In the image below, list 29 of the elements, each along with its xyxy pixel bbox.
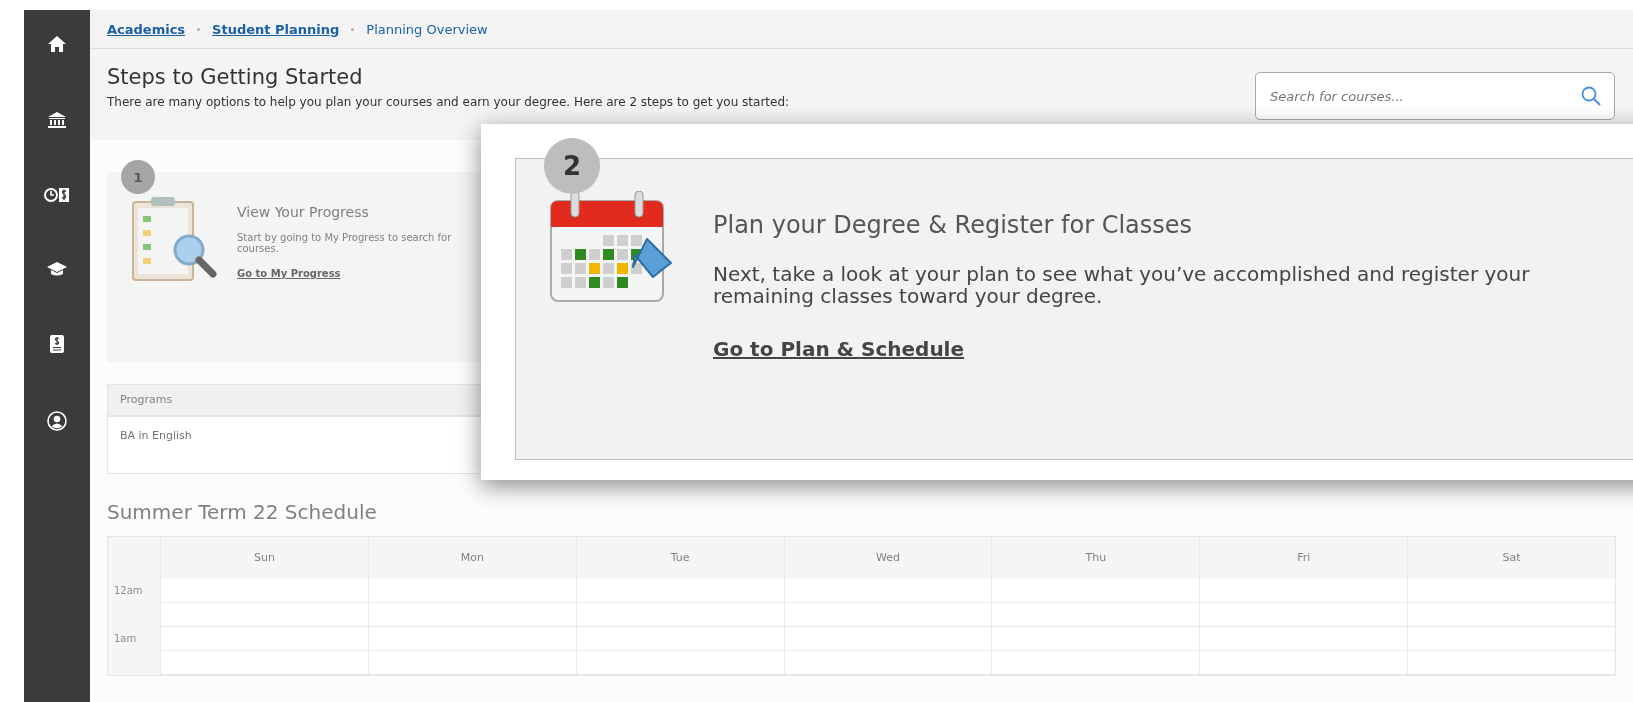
separator-dot	[197, 27, 201, 31]
page-subtitle: There are many options to help you plan your courses and earn your degree. Here are 2 steps to get you started:	[107, 95, 790, 109]
bank-icon[interactable]	[47, 111, 67, 129]
clock-money-icon[interactable]	[44, 187, 70, 203]
separator-dot	[351, 27, 355, 31]
user-icon[interactable]	[47, 411, 67, 431]
time-label: 1am	[113, 632, 138, 646]
clipboard-magnifier-icon	[129, 194, 219, 284]
time-label: 12am	[113, 584, 144, 598]
step-number: 1	[121, 160, 155, 194]
step-title: Plan your Degree & Register for Classes	[713, 211, 1194, 239]
calendar-pointer-icon	[549, 191, 673, 303]
step-link[interactable]: Go to Plan & Schedule	[713, 337, 965, 361]
breadcrumb-link[interactable]: Academics	[107, 21, 186, 37]
schedule-title: Summer Term 22 Schedule	[107, 500, 378, 524]
invoice-icon[interactable]	[50, 335, 64, 353]
search-icon[interactable]	[1581, 86, 1601, 106]
home-icon[interactable]	[47, 35, 67, 53]
step-number: 2	[544, 138, 600, 194]
step-description: Start by going to My Progress to search for courses.	[237, 232, 453, 254]
step-description: Next, take a look at your plan to see what you’ve accomplished and register your remaining classes toward your degree.	[713, 263, 1531, 307]
step-title: View Your Progress	[237, 204, 370, 220]
search-field[interactable]: Search for courses...	[1255, 72, 1615, 120]
graduation-cap-icon[interactable]	[46, 261, 68, 277]
breadcrumb-link[interactable]: Planning Overview	[366, 21, 488, 37]
page-title: Steps to Getting Started	[107, 65, 364, 89]
breadcrumb-link[interactable]: Student Planning	[212, 21, 340, 37]
table-cell: BA in English	[120, 429, 192, 442]
step-link[interactable]: Go to My Progress	[237, 268, 341, 279]
